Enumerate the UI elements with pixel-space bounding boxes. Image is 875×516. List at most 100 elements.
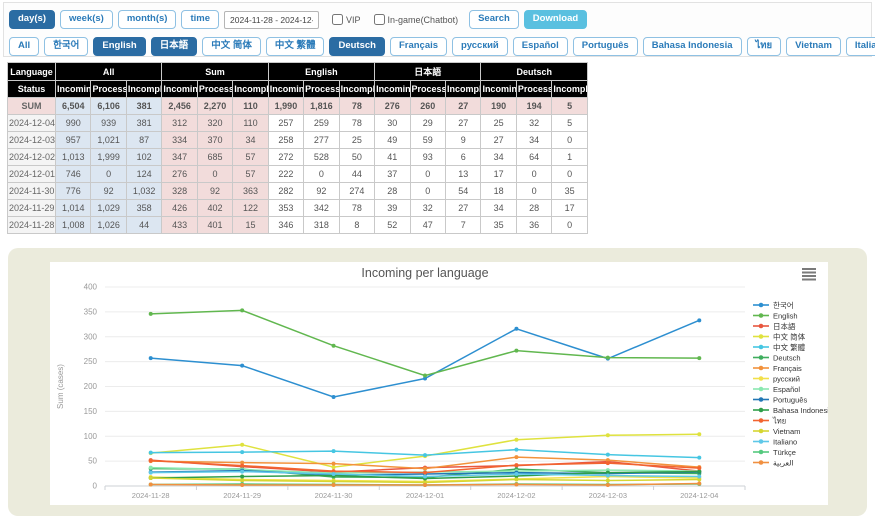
data-point-marker[interactable] xyxy=(606,479,610,483)
language-filter-espa-ol[interactable]: Español xyxy=(513,37,568,56)
legend-item[interactable]: Italiano xyxy=(753,437,797,446)
data-point-marker[interactable] xyxy=(240,364,244,368)
data-point-marker[interactable] xyxy=(332,462,336,466)
search-button[interactable]: Search xyxy=(469,10,519,29)
data-point-marker[interactable] xyxy=(149,471,153,475)
legend-item[interactable]: Português xyxy=(753,395,807,404)
legend-item[interactable]: 中文 简体 xyxy=(753,331,806,341)
language-filter-all[interactable]: All xyxy=(9,37,39,56)
data-point-marker[interactable] xyxy=(240,464,244,468)
vip-checkbox[interactable] xyxy=(332,14,343,25)
data-point-marker[interactable] xyxy=(606,453,610,457)
data-point-marker[interactable] xyxy=(697,466,701,470)
legend-item[interactable]: 中文 繁體 xyxy=(753,342,806,352)
data-point-marker[interactable] xyxy=(697,475,701,479)
data-point-marker[interactable] xyxy=(423,467,427,471)
data-point-marker[interactable] xyxy=(697,482,701,486)
date-range-input[interactable] xyxy=(224,11,319,29)
language-filter-vietnam[interactable]: Vietnam xyxy=(786,37,841,56)
legend-item[interactable]: русский xyxy=(753,374,800,383)
data-point-marker[interactable] xyxy=(149,356,153,360)
chart-menu-icon[interactable] xyxy=(802,269,816,280)
data-point-marker[interactable] xyxy=(697,432,701,436)
data-point-marker[interactable] xyxy=(423,483,427,487)
language-filter-fran-ais[interactable]: Français xyxy=(390,37,447,56)
data-point-marker[interactable] xyxy=(606,474,610,478)
data-point-marker[interactable] xyxy=(514,349,518,353)
data-point-marker[interactable] xyxy=(697,356,701,360)
data-point-marker[interactable] xyxy=(514,327,518,331)
ingame-option[interactable]: In-game(Chatbot) xyxy=(374,14,459,25)
download-button[interactable]: Download xyxy=(524,10,587,29)
series-line[interactable] xyxy=(151,320,700,397)
data-point-marker[interactable] xyxy=(332,483,336,487)
data-point-marker[interactable] xyxy=(240,443,244,447)
legend-item[interactable]: Deutsch xyxy=(753,353,801,362)
period-button-time[interactable]: time xyxy=(181,10,219,29)
data-point-marker[interactable] xyxy=(514,448,518,452)
legend-item[interactable]: ไทย xyxy=(753,416,786,425)
language-filter-8[interactable]: русский xyxy=(452,37,508,56)
data-point-marker[interactable] xyxy=(606,356,610,360)
legend-item[interactable]: 한국어 xyxy=(753,300,794,310)
legend-item[interactable]: Vietnam xyxy=(753,427,800,436)
data-point-marker[interactable] xyxy=(240,470,244,474)
legend-item[interactable]: English xyxy=(753,311,798,320)
data-point-marker[interactable] xyxy=(697,456,701,460)
data-point-marker[interactable] xyxy=(606,483,610,487)
language-filter-1[interactable]: 한국어 xyxy=(44,37,88,56)
data-point-marker[interactable] xyxy=(332,395,336,399)
data-point-marker[interactable] xyxy=(149,459,153,463)
language-filter-deutsch[interactable]: Deutsch xyxy=(329,37,384,56)
language-filter-4[interactable]: 中文 简体 xyxy=(202,37,261,56)
data-point-marker[interactable] xyxy=(606,433,610,437)
period-button-week-s[interactable]: week(s) xyxy=(60,10,113,29)
table-cell: 426 xyxy=(162,200,197,217)
language-filter-12[interactable]: ไทย xyxy=(747,37,782,56)
data-point-marker[interactable] xyxy=(423,374,427,378)
language-filter-italiano[interactable]: Italiano xyxy=(846,37,875,56)
ingame-checkbox[interactable] xyxy=(374,14,385,25)
data-point-marker[interactable] xyxy=(240,483,244,487)
legend-item[interactable]: Français xyxy=(753,364,802,373)
data-point-marker[interactable] xyxy=(240,450,244,454)
data-point-marker[interactable] xyxy=(332,465,336,469)
data-point-marker[interactable] xyxy=(149,451,153,455)
data-point-marker[interactable] xyxy=(240,308,244,312)
language-filter-portugu-s[interactable]: Português xyxy=(573,37,638,56)
data-point-marker[interactable] xyxy=(332,449,336,453)
data-point-marker[interactable] xyxy=(149,312,153,316)
data-point-marker[interactable] xyxy=(149,476,153,480)
data-point-marker[interactable] xyxy=(697,470,701,474)
data-point-marker[interactable] xyxy=(240,479,244,483)
legend-item[interactable]: Español xyxy=(753,385,800,394)
data-point-marker[interactable] xyxy=(514,483,518,487)
data-point-marker[interactable] xyxy=(240,475,244,479)
data-point-marker[interactable] xyxy=(514,478,518,482)
data-point-marker[interactable] xyxy=(332,472,336,476)
data-point-marker[interactable] xyxy=(423,471,427,475)
legend-item[interactable]: Türkçe xyxy=(753,448,796,457)
legend-item[interactable]: العربية xyxy=(753,458,794,467)
language-filter-3[interactable]: 日本語 xyxy=(151,37,198,56)
data-point-marker[interactable] xyxy=(514,455,518,459)
legend-item[interactable]: 日本語 xyxy=(753,321,796,331)
data-point-marker[interactable] xyxy=(149,466,153,470)
data-point-marker[interactable] xyxy=(332,344,336,348)
language-filter-5[interactable]: 中文 繁體 xyxy=(266,37,325,56)
data-point-marker[interactable] xyxy=(697,318,701,322)
data-point-marker[interactable] xyxy=(423,453,427,457)
period-button-day-s[interactable]: day(s) xyxy=(9,10,55,29)
vip-option[interactable]: VIP xyxy=(332,14,361,25)
data-point-marker[interactable] xyxy=(514,472,518,476)
legend-item[interactable]: Bahasa Indonesia xyxy=(753,406,828,415)
language-filter-bahasa-indonesia[interactable]: Bahasa Indonesia xyxy=(643,37,742,56)
period-button-month-s[interactable]: month(s) xyxy=(118,10,177,29)
language-filter-english[interactable]: English xyxy=(93,37,145,56)
data-point-marker[interactable] xyxy=(149,483,153,487)
data-point-marker[interactable] xyxy=(514,438,518,442)
data-point-marker[interactable] xyxy=(423,475,427,479)
data-point-marker[interactable] xyxy=(514,463,518,467)
data-point-marker[interactable] xyxy=(606,461,610,465)
series-line[interactable] xyxy=(151,310,700,375)
